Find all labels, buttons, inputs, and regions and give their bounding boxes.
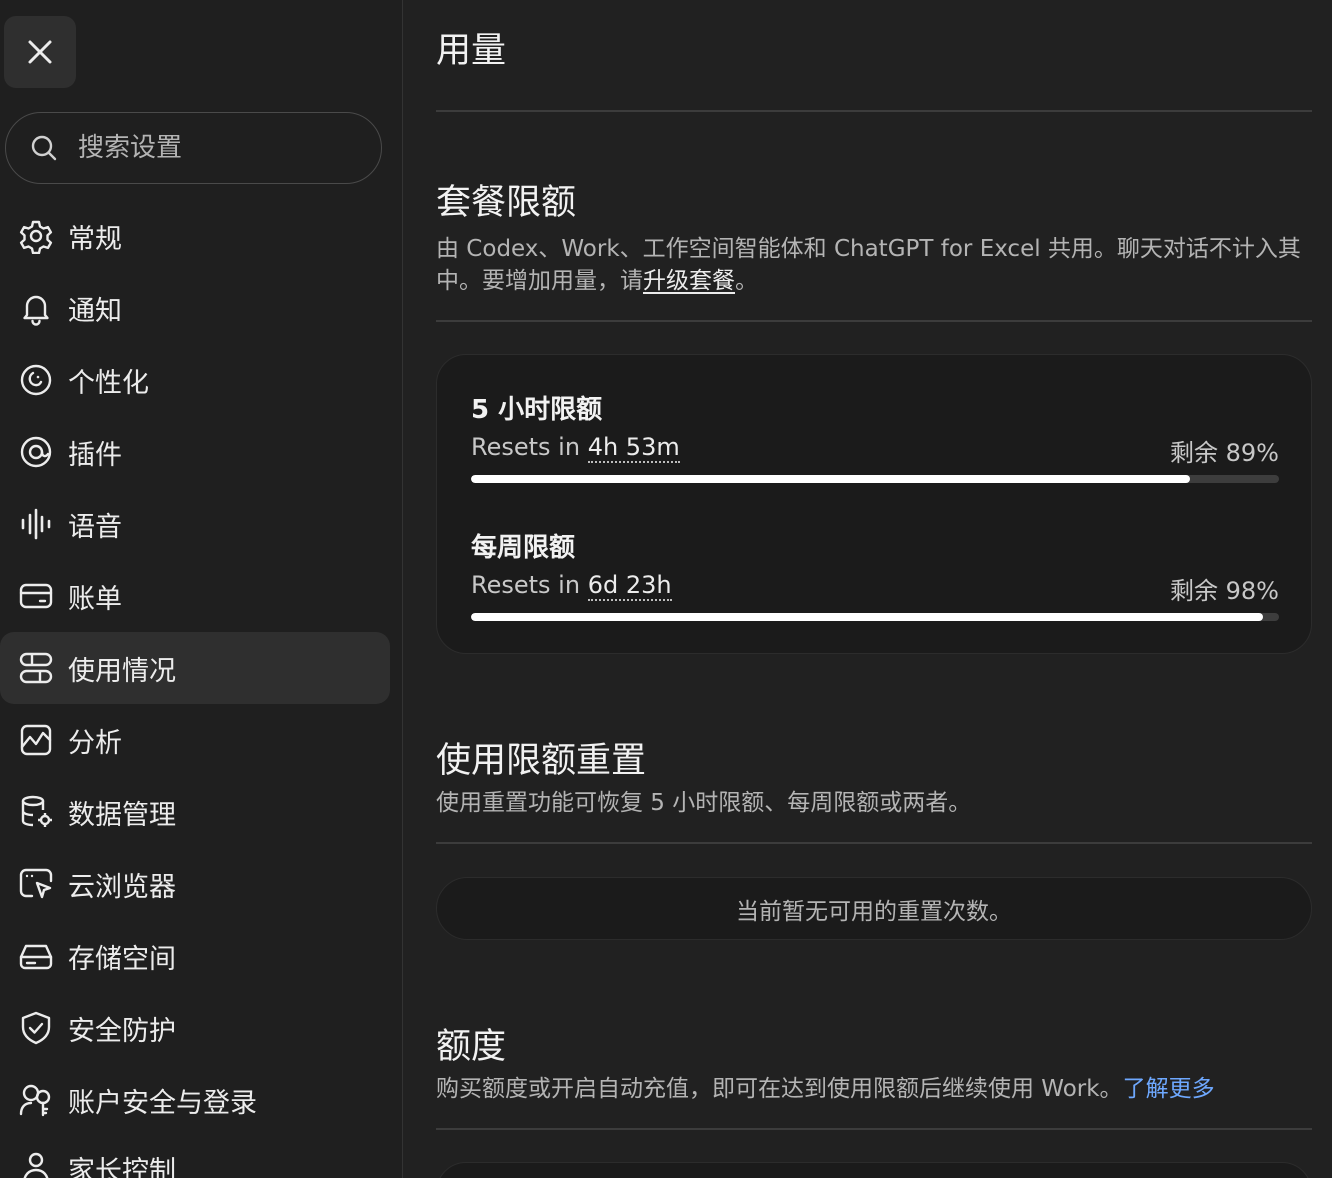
sidebar-item-notifications[interactable]: 通知 [0,272,390,344]
sidebar-item-storage[interactable]: 存储空间 [0,920,390,992]
sidebar-item-plugins[interactable]: 插件 [0,416,390,488]
sidebar-item-label: 安全防护 [68,1015,176,1047]
close-icon [28,40,52,64]
search-icon [30,134,58,162]
cloud-browser-icon [18,866,54,902]
credits-desc-text: 购买额度或开启自动充值，即可在达到使用限额后继续使用 Work。 [436,1076,1123,1102]
limit-reset-time: Resets in 4h 53m [471,433,680,463]
close-button[interactable] [4,16,76,88]
limit-reset-time: Resets in 6d 23h [471,571,672,601]
limit-remaining: 剩余 98% [1170,577,1279,605]
sidebar-item-data-management[interactable]: 数据管理 [0,776,390,848]
progress-fill [471,475,1191,483]
sidebar-item-account-security[interactable]: 账户安全与登录 [0,1064,390,1136]
limit-progress-bar [471,613,1279,621]
sidebar-item-cloud-browser[interactable]: 云浏览器 [0,848,390,920]
divider [436,320,1312,322]
plan-desc-suffix: 。 [735,268,758,294]
reset-prefix: Resets in [471,571,588,599]
limit-remaining: 剩余 89% [1170,439,1279,467]
sidebar-item-personalization[interactable]: 个性化 [0,344,390,416]
credit-card-icon [18,578,54,614]
credits-section-title: 额度 [436,1027,507,1067]
limits-card: 5 小时限额 Resets in 4h 53m 剩余 89% 每周限额 Rese… [436,354,1312,654]
parental-control-icon [18,1150,54,1178]
waveform-icon [18,506,54,542]
bell-icon [18,290,54,326]
sidebar-item-label: 家长控制 [68,1155,176,1178]
plugin-icon [18,434,54,470]
shield-icon [18,1010,54,1046]
reset-section-title: 使用限额重置 [436,741,647,781]
search-input[interactable] [78,133,402,163]
usage-panel: 用量 套餐限额 由 Codex、Work、工作空间智能体和 ChatGPT fo… [436,0,1312,1178]
usage-icon [18,650,54,686]
search-box[interactable] [5,112,402,184]
sidebar-item-parental-controls[interactable]: 家长控制 [0,1132,390,1178]
limit-name: 每周限额 [471,533,576,563]
account-security-icon [18,1082,54,1118]
sidebar-item-general[interactable]: 常规 [0,200,390,272]
storage-icon [18,938,54,974]
divider [436,110,1312,112]
analytics-icon [18,722,54,758]
database-settings-icon [18,794,54,830]
settings-sidebar: 常规 通知 个性化 插件 [0,0,403,1178]
sidebar-item-label: 分析 [68,727,122,759]
plan-limits-title: 套餐限额 [436,183,577,223]
sidebar-item-label: 账单 [68,583,122,615]
sidebar-item-label: 账户安全与登录 [68,1087,257,1119]
reset-duration[interactable]: 4h 53m [587,433,680,463]
page-title: 用量 [436,31,507,71]
divider [436,1128,1312,1130]
reset-section-description: 使用重置功能可恢复 5 小时限额、每周限额或两者。 [436,790,972,816]
credits-card [436,1162,1312,1178]
no-resets-message: 当前暂无可用的重置次数。 [436,877,1312,940]
reset-prefix: Resets in [471,433,588,461]
limit-name: 5 小时限额 [471,395,603,425]
sidebar-item-label: 存储空间 [68,943,176,975]
plan-limits-description: 由 Codex、Work、工作空间智能体和 ChatGPT for Excel … [436,233,1312,297]
sidebar-item-analytics[interactable]: 分析 [0,704,390,776]
sidebar-item-label: 个性化 [68,367,149,399]
sidebar-item-label: 插件 [68,439,122,471]
sidebar-item-label: 使用情况 [68,655,176,687]
sidebar-item-label: 语音 [68,511,122,543]
progress-fill [471,613,1263,621]
sidebar-item-label: 云浏览器 [68,871,176,903]
credits-section-description: 购买额度或开启自动充值，即可在达到使用限额后继续使用 Work。了解更多 [436,1073,1312,1105]
sidebar-item-billing[interactable]: 账单 [0,560,390,632]
learn-more-link[interactable]: 了解更多 [1123,1076,1215,1102]
upgrade-plan-link[interactable]: 升级套餐 [643,268,735,294]
sidebar-item-label: 常规 [68,223,122,255]
sidebar-item-label: 通知 [68,295,122,327]
sidebar-item-voice[interactable]: 语音 [0,488,390,560]
sidebar-item-usage[interactable]: 使用情况 [0,632,390,704]
sidebar-item-label: 数据管理 [68,799,176,831]
plan-desc-text: 由 Codex、Work、工作空间智能体和 ChatGPT for Excel … [436,236,1301,294]
sidebar-item-security[interactable]: 安全防护 [0,992,390,1064]
personalization-icon [18,362,54,398]
limit-progress-bar [471,475,1279,483]
divider [436,842,1312,844]
reset-duration[interactable]: 6d 23h [587,571,672,601]
gear-icon [18,218,54,254]
